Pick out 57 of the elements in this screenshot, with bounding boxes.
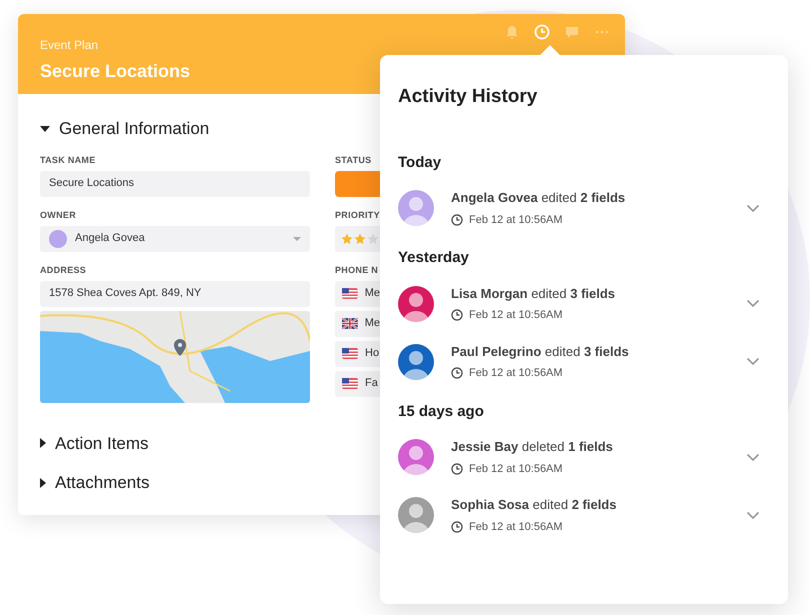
chevron-down-icon[interactable] — [746, 204, 760, 212]
star-icon — [354, 232, 366, 244]
chevron-down-icon[interactable] — [746, 452, 760, 462]
popover-title: Activity History — [398, 85, 538, 109]
activity-time: Feb 12 at 10:56AM — [469, 366, 563, 381]
caret-icon — [40, 438, 46, 448]
section-toggle[interactable]: Attachments — [40, 470, 150, 496]
phone-field[interactable]: Me — [335, 310, 380, 336]
phone-field[interactable]: Fa — [335, 370, 380, 396]
clock-icon — [451, 309, 463, 322]
phone-field[interactable]: Ho — [335, 340, 380, 366]
field-label: PHONE N — [335, 264, 380, 274]
activity-text: Lisa Morgan edited 3 fields — [451, 284, 616, 303]
section-toggle[interactable]: Action Items — [40, 430, 149, 456]
activity-text: Angela Govea edited 2 fields — [451, 189, 626, 207]
clock-icon — [451, 462, 463, 475]
group-heading: 15 days ago — [398, 402, 485, 422]
field-label: PRIORITY — [335, 208, 380, 220]
flag-icon — [342, 318, 358, 329]
chevron-down-icon[interactable] — [746, 357, 760, 366]
flag-icon — [342, 348, 358, 359]
section-toggle[interactable]: General Information — [40, 116, 210, 142]
header-subtitle: Event Plan — [40, 37, 100, 54]
field-label: TASK NAME — [40, 154, 97, 164]
activity-time: Feb 12 at 10:56AM — [469, 462, 563, 476]
flag-icon — [342, 288, 358, 299]
group-heading: Yesterday — [398, 248, 470, 268]
field-label: STATUS — [335, 154, 372, 164]
chevron-down-icon[interactable] — [746, 510, 760, 520]
flag-icon — [342, 378, 358, 389]
priority-rating[interactable] — [335, 226, 380, 252]
activity-text: Jessie Bay deleted 1 fields — [451, 438, 614, 456]
clock-icon — [451, 520, 463, 533]
header-title: Secure Locations — [40, 60, 192, 83]
field-label: ADDRESS — [40, 264, 88, 274]
chevron-down-icon[interactable] — [746, 299, 760, 308]
field-label: OWNER — [40, 208, 77, 220]
address-field[interactable]: 1578 Shea Coves Apt. 849, NY — [40, 280, 310, 306]
activity-text: Sophia Sosa edited 2 fields — [451, 496, 618, 514]
star-icon — [367, 232, 379, 244]
task-name-field[interactable]: Secure Locations — [40, 170, 310, 196]
group-heading: Today — [398, 152, 442, 172]
caret-icon — [40, 478, 46, 488]
status-field[interactable] — [335, 170, 380, 196]
activity-time: Feb 12 at 10:56AM — [469, 308, 563, 323]
activity-text: Paul Pelegrino edited 3 fields — [451, 342, 630, 361]
clock-icon — [451, 367, 463, 380]
activity-time: Feb 12 at 10:56AM — [469, 212, 563, 228]
activity-time: Feb 12 at 10:56AM — [469, 520, 563, 534]
clock-icon — [451, 214, 463, 226]
avatar-icon — [49, 230, 67, 248]
owner-dropdown[interactable]: Angela Govea — [40, 226, 310, 252]
clock-icon[interactable] — [533, 23, 551, 41]
caret-icon — [40, 126, 50, 132]
caret-icon — [293, 236, 301, 240]
phone-field[interactable]: Me — [335, 280, 380, 306]
star-icon — [341, 232, 353, 244]
